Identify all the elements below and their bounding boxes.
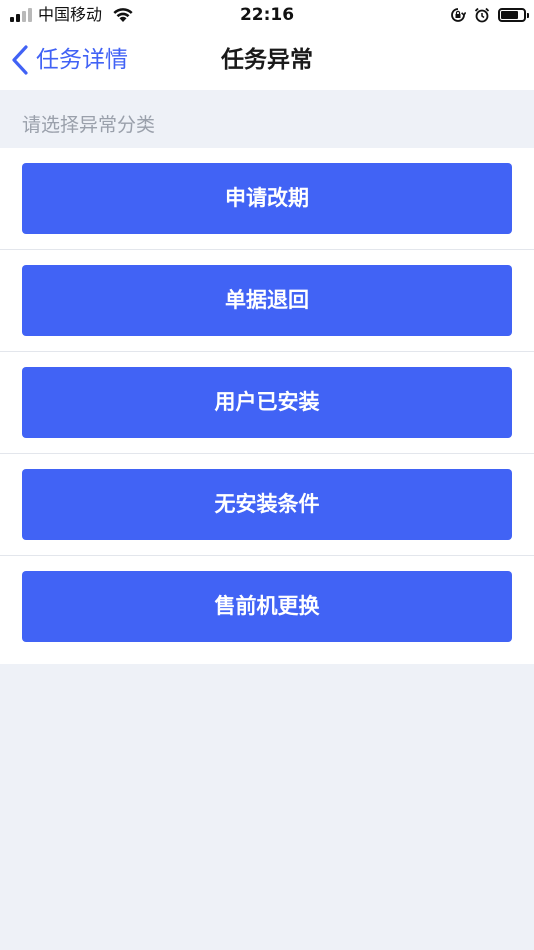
reschedule-button[interactable]: 申请改期 (22, 163, 512, 234)
status-bar: 中国移动 22:16 (0, 0, 534, 30)
chevron-left-icon (12, 45, 28, 75)
list-item: 用户已安装 (0, 352, 534, 454)
back-label: 任务详情 (36, 47, 128, 73)
back-button[interactable]: 任务详情 (10, 30, 128, 90)
document-return-button[interactable]: 单据退回 (22, 265, 512, 336)
section-label: 请选择异常分类 (22, 114, 156, 136)
list-item: 申请改期 (0, 148, 534, 250)
list-item: 单据退回 (0, 250, 534, 352)
list-item: 售前机更换 (0, 556, 534, 664)
nav-bar: 任务异常 任务详情 (0, 30, 534, 90)
presale-replacement-button[interactable]: 售前机更换 (22, 571, 512, 642)
orientation-lock-icon (451, 8, 466, 22)
option-list: 申请改期 单据退回 用户已安装 无安装条件 售前机更换 (0, 148, 534, 664)
no-install-conditions-button[interactable]: 无安装条件 (22, 469, 512, 540)
alarm-icon (474, 7, 490, 23)
status-right (450, 5, 529, 25)
section-header: 请选择异常分类 (0, 90, 534, 148)
list-item: 无安装条件 (0, 454, 534, 556)
battery-icon (498, 8, 529, 22)
user-installed-button[interactable]: 用户已安装 (22, 367, 512, 438)
